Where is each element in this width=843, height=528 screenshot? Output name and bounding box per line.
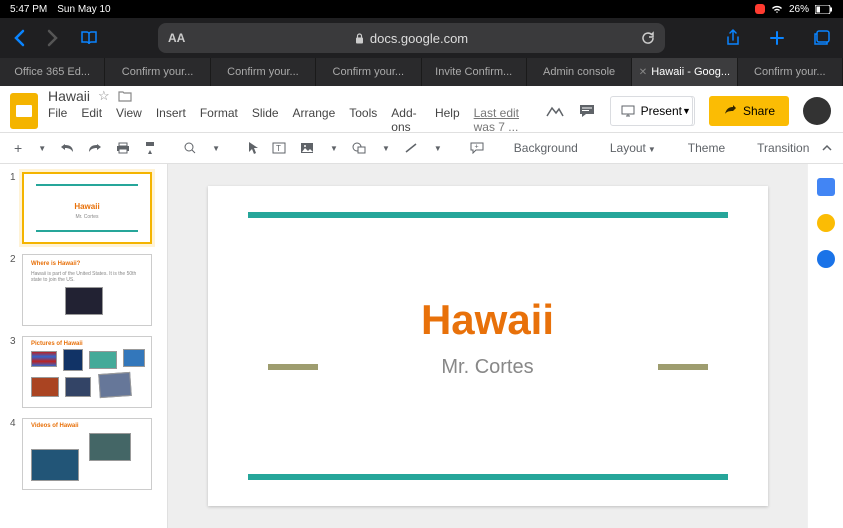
slide-title[interactable]: Hawaii: [208, 296, 768, 344]
back-button[interactable]: [12, 29, 26, 47]
new-tab-icon[interactable]: [769, 30, 785, 46]
svg-text:+: +: [474, 144, 478, 151]
menu-addons[interactable]: Add-ons: [391, 106, 421, 134]
shape-tool[interactable]: [348, 140, 370, 156]
browser-tab[interactable]: Invite Confirm...: [422, 58, 527, 86]
background-button[interactable]: Background: [508, 137, 584, 159]
slide-thumbnail[interactable]: Pictures of Hawaii: [22, 336, 152, 408]
menu-insert[interactable]: Insert: [156, 106, 186, 134]
tabs-overview-icon[interactable]: [813, 30, 831, 46]
text-size-button[interactable]: AA: [168, 31, 185, 45]
slide-number: 1: [10, 172, 18, 244]
transition-button[interactable]: Transition: [751, 137, 815, 159]
status-date: Sun May 10: [57, 4, 110, 15]
title-bar: Hawaii ☆ File Edit View Insert Format Sl…: [0, 86, 843, 132]
menu-slide[interactable]: Slide: [252, 106, 279, 134]
reload-icon[interactable]: [641, 31, 655, 45]
share-icon[interactable]: [725, 29, 741, 47]
new-slide-button[interactable]: +: [10, 138, 26, 158]
menu-view[interactable]: View: [116, 106, 142, 134]
menu-bar: File Edit View Insert Format Slide Arran…: [48, 106, 536, 134]
browser-tab[interactable]: Confirm your...: [105, 58, 210, 86]
select-tool[interactable]: [244, 139, 262, 157]
svg-text:T: T: [276, 144, 281, 153]
browser-tab[interactable]: Confirm your...: [738, 58, 843, 86]
browser-tab-strip: Office 365 Ed... Confirm your... Confirm…: [0, 58, 843, 86]
menu-file[interactable]: File: [48, 106, 67, 134]
decoration-bar: [248, 474, 728, 480]
share-button[interactable]: Share: [709, 96, 789, 126]
forward-button[interactable]: [46, 29, 60, 47]
line-tool[interactable]: [400, 140, 422, 156]
layout-button[interactable]: Layout▼: [604, 137, 662, 159]
slides-logo-icon[interactable]: [10, 93, 38, 129]
workspace: 1 Hawaii Mr. Cortes 2 Where is Hawaii? H…: [0, 164, 843, 528]
zoom-button[interactable]: [180, 140, 200, 156]
browser-tab[interactable]: Office 365 Ed...: [0, 58, 105, 86]
account-avatar[interactable]: [803, 97, 831, 125]
battery-percent: 26%: [789, 4, 809, 15]
browser-tab[interactable]: Confirm your...: [211, 58, 316, 86]
theme-button[interactable]: Theme: [682, 137, 731, 159]
image-tool[interactable]: [296, 140, 318, 156]
slide-number: 4: [10, 418, 18, 490]
url-text: docs.google.com: [370, 31, 468, 46]
menu-tools[interactable]: Tools: [349, 106, 377, 134]
close-icon[interactable]: ✕: [639, 67, 647, 78]
tasks-addon-icon[interactable]: [817, 250, 835, 268]
undo-button[interactable]: [56, 140, 78, 156]
calendar-addon-icon[interactable]: [817, 178, 835, 196]
redo-button[interactable]: [84, 140, 106, 156]
new-slide-dropdown[interactable]: ▼: [34, 142, 50, 155]
battery-icon: [815, 5, 833, 14]
browser-tab[interactable]: Confirm your...: [316, 58, 421, 86]
safari-toolbar: AA docs.google.com: [0, 18, 843, 58]
textbox-tool[interactable]: T: [268, 140, 290, 156]
recording-indicator-icon: [755, 4, 765, 14]
menu-arrange[interactable]: Arrange: [293, 106, 336, 134]
comments-icon[interactable]: [578, 103, 596, 119]
decoration-bar: [248, 212, 728, 218]
menu-help[interactable]: Help: [435, 106, 460, 134]
comment-tool[interactable]: +: [466, 140, 488, 156]
paint-format-button[interactable]: [140, 139, 160, 157]
print-button[interactable]: [112, 140, 134, 156]
google-slides-app: Hawaii ☆ File Edit View Insert Format Sl…: [0, 86, 843, 528]
address-bar[interactable]: AA docs.google.com: [158, 23, 665, 53]
last-edit-link[interactable]: Last edit was 7 ...: [474, 106, 536, 134]
lock-icon: [355, 33, 364, 44]
wifi-icon: [771, 4, 783, 14]
slide-number: 2: [10, 254, 18, 326]
document-title[interactable]: Hawaii: [48, 88, 90, 104]
menu-format[interactable]: Format: [200, 106, 238, 134]
browser-tab-active[interactable]: ✕Hawaii - Goog...: [632, 58, 737, 86]
slide-canvas[interactable]: Hawaii Mr. Cortes: [208, 186, 768, 506]
move-folder-icon[interactable]: [118, 90, 132, 102]
star-icon[interactable]: ☆: [98, 88, 110, 104]
bookmarks-icon[interactable]: [80, 30, 98, 46]
collapse-toolbar-icon[interactable]: [821, 144, 833, 152]
ipad-status-bar: 5:47 PM Sun May 10 26%: [0, 0, 843, 18]
slide-thumbnail[interactable]: Hawaii Mr. Cortes: [22, 172, 152, 244]
slide-number: 3: [10, 336, 18, 408]
keep-addon-icon[interactable]: [817, 214, 835, 232]
accent-bar: [658, 364, 708, 370]
explore-icon[interactable]: [546, 104, 564, 118]
present-dropdown[interactable]: ▼: [679, 96, 695, 126]
side-panel: [807, 164, 843, 528]
browser-tab[interactable]: Admin console: [527, 58, 632, 86]
toolbar: + ▼ ▼ T ▼ ▼ ▼ + Background Layout▼ Theme…: [0, 132, 843, 164]
slide-thumbnail[interactable]: Videos of Hawaii: [22, 418, 152, 490]
status-time: 5:47 PM: [10, 4, 47, 15]
slide-thumbnail[interactable]: Where is Hawaii? Hawaii is part of the U…: [22, 254, 152, 326]
slide-filmstrip[interactable]: 1 Hawaii Mr. Cortes 2 Where is Hawaii? H…: [0, 164, 168, 528]
menu-edit[interactable]: Edit: [81, 106, 102, 134]
slide-canvas-area[interactable]: Hawaii Mr. Cortes: [168, 164, 807, 528]
